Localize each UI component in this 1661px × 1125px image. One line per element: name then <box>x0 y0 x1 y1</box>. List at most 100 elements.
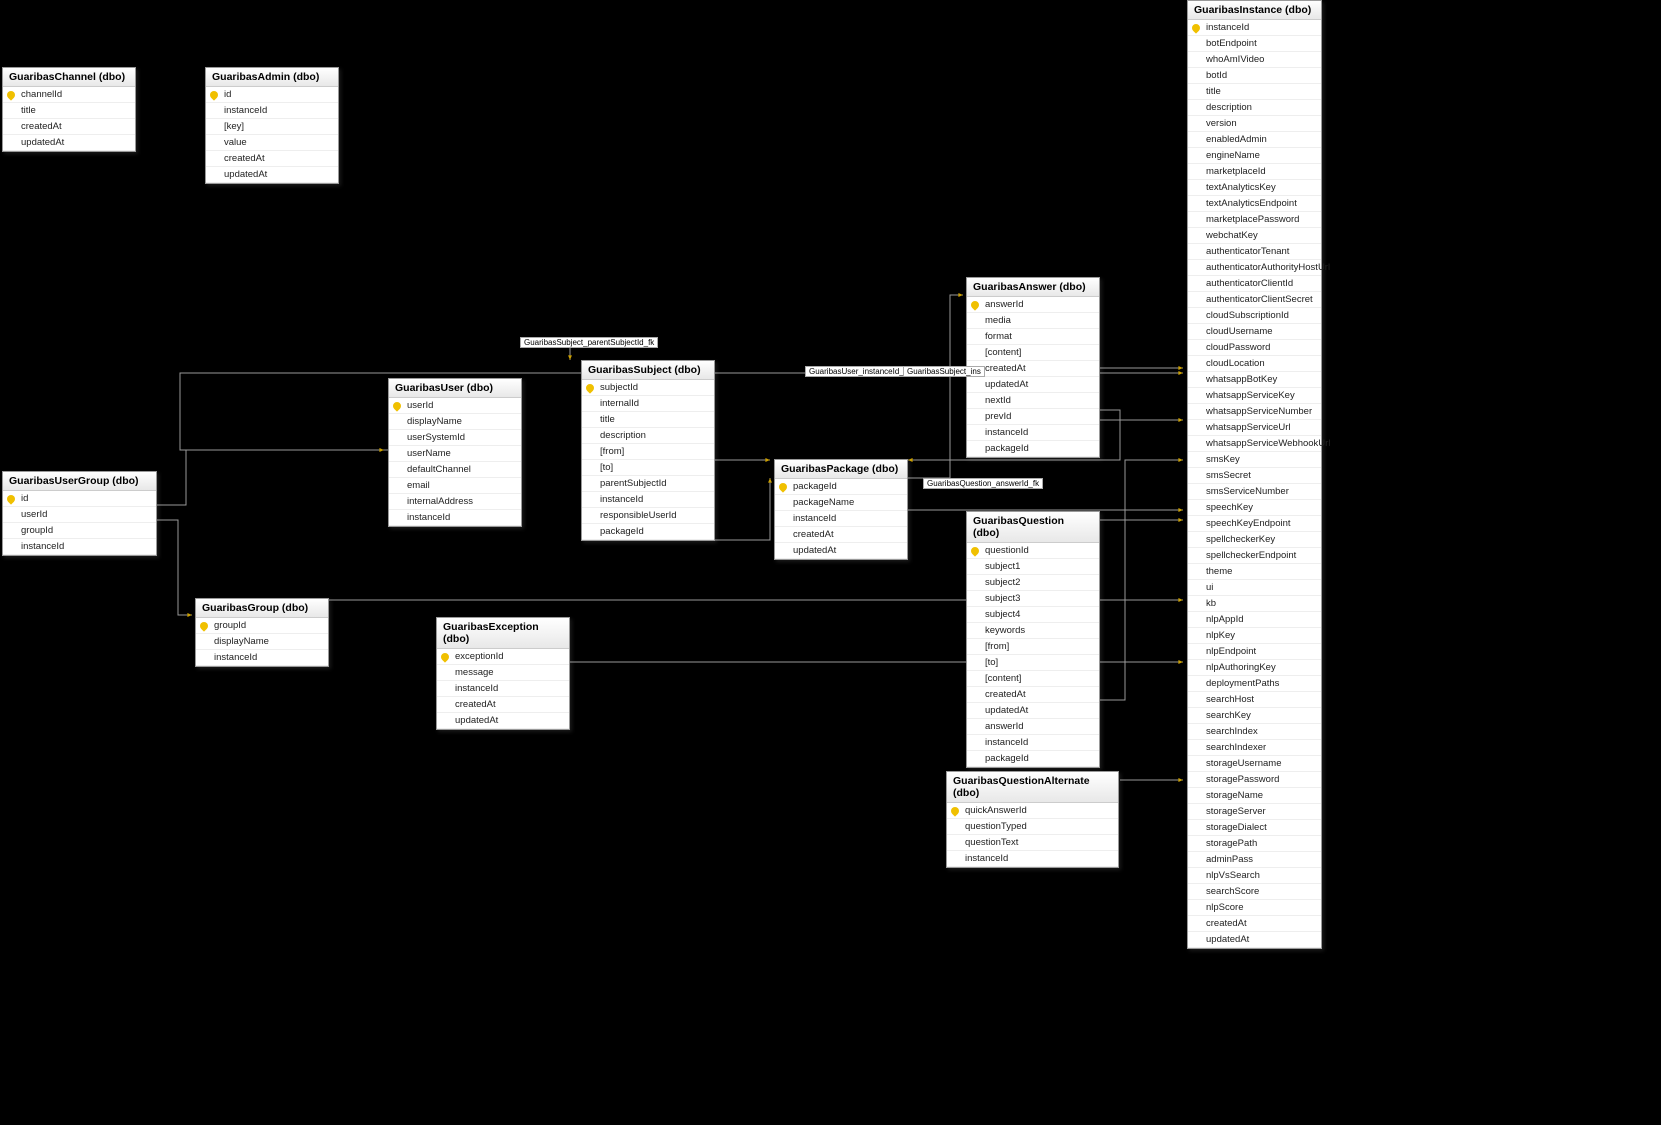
column[interactable]: whatsappServiceKey <box>1188 388 1321 404</box>
column[interactable]: nlpVsSearch <box>1188 868 1321 884</box>
column[interactable]: deploymentPaths <box>1188 676 1321 692</box>
column[interactable]: defaultChannel <box>389 462 521 478</box>
column[interactable]: keywords <box>967 623 1099 639</box>
column[interactable]: instanceId <box>196 650 328 666</box>
column[interactable]: title <box>3 103 135 119</box>
column[interactable]: enabledAdmin <box>1188 132 1321 148</box>
entity-answer[interactable]: GuaribasAnswer (dbo)answerIdmediaformat[… <box>966 277 1100 458</box>
column[interactable]: adminPass <box>1188 852 1321 868</box>
column[interactable]: subject4 <box>967 607 1099 623</box>
pk-column[interactable]: id <box>206 87 338 103</box>
column[interactable]: storageDialect <box>1188 820 1321 836</box>
column[interactable]: nlpKey <box>1188 628 1321 644</box>
entity-exception[interactable]: GuaribasException (dbo)exceptionIdmessag… <box>436 617 570 730</box>
column[interactable]: instanceId <box>967 735 1099 751</box>
column[interactable]: authenticatorTenant <box>1188 244 1321 260</box>
entity-admin[interactable]: GuaribasAdmin (dbo)idinstanceId[key]valu… <box>205 67 339 184</box>
column[interactable]: authenticatorAuthorityHostUrl <box>1188 260 1321 276</box>
column[interactable]: searchIndexer <box>1188 740 1321 756</box>
pk-column[interactable]: userId <box>389 398 521 414</box>
column[interactable]: createdAt <box>775 527 907 543</box>
column[interactable]: responsibleUserId <box>582 508 714 524</box>
column[interactable]: storageName <box>1188 788 1321 804</box>
column[interactable]: message <box>437 665 569 681</box>
pk-column[interactable]: packageId <box>775 479 907 495</box>
column[interactable]: createdAt <box>206 151 338 167</box>
column[interactable]: engineName <box>1188 148 1321 164</box>
column[interactable]: description <box>1188 100 1321 116</box>
entity-user[interactable]: GuaribasUser (dbo)userIddisplayNameuserS… <box>388 378 522 527</box>
column[interactable]: searchIndex <box>1188 724 1321 740</box>
column[interactable]: storageUsername <box>1188 756 1321 772</box>
column[interactable]: instanceId <box>775 511 907 527</box>
entity-channel[interactable]: GuaribasChannel (dbo)channelIdtitlecreat… <box>2 67 136 152</box>
column[interactable]: marketplaceId <box>1188 164 1321 180</box>
column[interactable]: version <box>1188 116 1321 132</box>
entity-question[interactable]: GuaribasQuestion (dbo)questionIdsubject1… <box>966 511 1100 768</box>
column[interactable]: updatedAt <box>1188 932 1321 948</box>
column[interactable]: smsSecret <box>1188 468 1321 484</box>
column[interactable]: title <box>1188 84 1321 100</box>
column[interactable]: internalAddress <box>389 494 521 510</box>
column[interactable]: instanceId <box>206 103 338 119</box>
column[interactable]: prevId <box>967 409 1099 425</box>
column[interactable]: updatedAt <box>206 167 338 183</box>
column[interactable]: authenticatorClientId <box>1188 276 1321 292</box>
column[interactable]: whatsappServiceWebhookUrl <box>1188 436 1321 452</box>
column[interactable]: whoAmIVideo <box>1188 52 1321 68</box>
column[interactable]: packageId <box>967 751 1099 767</box>
column[interactable]: smsKey <box>1188 452 1321 468</box>
column[interactable]: storagePath <box>1188 836 1321 852</box>
pk-column[interactable]: answerId <box>967 297 1099 313</box>
column[interactable]: userName <box>389 446 521 462</box>
column[interactable]: email <box>389 478 521 494</box>
column[interactable]: botId <box>1188 68 1321 84</box>
column[interactable]: createdAt <box>967 687 1099 703</box>
column[interactable]: createdAt <box>967 361 1099 377</box>
column[interactable]: instanceId <box>947 851 1118 867</box>
column[interactable]: whatsappServiceUrl <box>1188 420 1321 436</box>
column[interactable]: parentSubjectId <box>582 476 714 492</box>
column[interactable]: description <box>582 428 714 444</box>
column[interactable]: createdAt <box>437 697 569 713</box>
pk-column[interactable]: exceptionId <box>437 649 569 665</box>
entity-group[interactable]: GuaribasGroup (dbo)groupIddisplayNameins… <box>195 598 329 667</box>
entity-usergroup[interactable]: GuaribasUserGroup (dbo)iduserIdgroupIdin… <box>2 471 157 556</box>
column[interactable]: packageName <box>775 495 907 511</box>
column[interactable]: marketplacePassword <box>1188 212 1321 228</box>
pk-column[interactable]: questionId <box>967 543 1099 559</box>
column[interactable]: userSystemId <box>389 430 521 446</box>
column[interactable]: searchScore <box>1188 884 1321 900</box>
column[interactable]: [to] <box>582 460 714 476</box>
column[interactable]: spellcheckerEndpoint <box>1188 548 1321 564</box>
column[interactable]: storagePassword <box>1188 772 1321 788</box>
column[interactable]: authenticatorClientSecret <box>1188 292 1321 308</box>
column[interactable]: questionTyped <box>947 819 1118 835</box>
pk-column[interactable]: subjectId <box>582 380 714 396</box>
column[interactable]: speechKeyEndpoint <box>1188 516 1321 532</box>
column[interactable]: [content] <box>967 345 1099 361</box>
entity-package[interactable]: GuaribasPackage (dbo)packageIdpackageNam… <box>774 459 908 560</box>
pk-column[interactable]: groupId <box>196 618 328 634</box>
column[interactable]: nlpAppId <box>1188 612 1321 628</box>
column[interactable]: nlpScore <box>1188 900 1321 916</box>
pk-column[interactable]: quickAnswerId <box>947 803 1118 819</box>
column[interactable]: [from] <box>582 444 714 460</box>
column[interactable]: packageId <box>582 524 714 540</box>
column[interactable]: speechKey <box>1188 500 1321 516</box>
column[interactable]: title <box>582 412 714 428</box>
column[interactable]: value <box>206 135 338 151</box>
column[interactable]: updatedAt <box>3 135 135 151</box>
column[interactable]: cloudSubscriptionId <box>1188 308 1321 324</box>
column[interactable]: cloudUsername <box>1188 324 1321 340</box>
column[interactable]: subject3 <box>967 591 1099 607</box>
column[interactable]: format <box>967 329 1099 345</box>
column[interactable]: subject1 <box>967 559 1099 575</box>
column[interactable]: displayName <box>196 634 328 650</box>
column[interactable]: createdAt <box>1188 916 1321 932</box>
column[interactable]: instanceId <box>3 539 156 555</box>
column[interactable]: whatsappServiceNumber <box>1188 404 1321 420</box>
column[interactable]: media <box>967 313 1099 329</box>
column[interactable]: searchHost <box>1188 692 1321 708</box>
column[interactable]: subject2 <box>967 575 1099 591</box>
